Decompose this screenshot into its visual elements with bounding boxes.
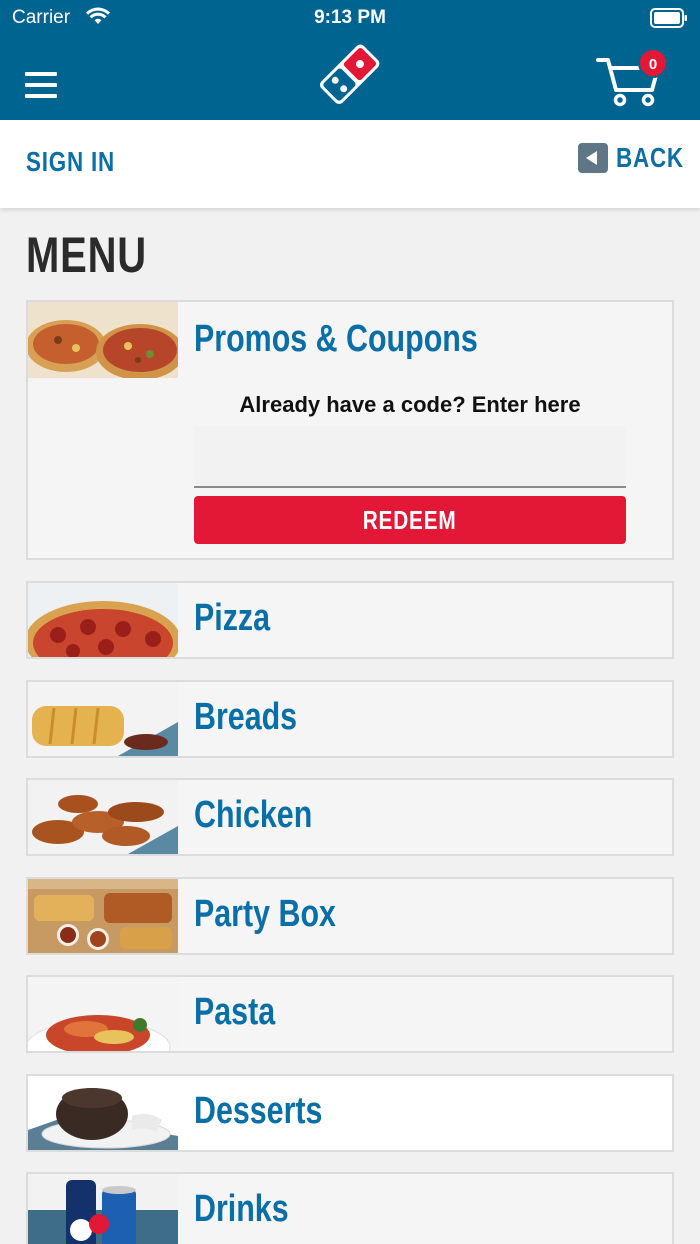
back-arrow-icon: [578, 143, 608, 173]
category-pasta[interactable]: Pasta: [26, 975, 674, 1053]
sign-in-link[interactable]: SIGN IN: [26, 146, 115, 178]
category-label: Chicken: [194, 794, 313, 836]
back-label: BACK: [616, 142, 684, 173]
drinks-image: [28, 1174, 178, 1244]
app-header: Carrier 9:13 PM 0: [0, 0, 700, 120]
promos-pizza-image[interactable]: [28, 302, 178, 378]
status-bar: Carrier 9:13 PM: [0, 0, 700, 38]
category-desserts[interactable]: Desserts: [26, 1074, 674, 1152]
dominos-logo-icon[interactable]: [314, 40, 384, 110]
promo-code-prompt: Already have a code? Enter here: [239, 392, 581, 417]
category-label: Pasta: [194, 991, 276, 1033]
category-label: Desserts: [194, 1090, 323, 1132]
status-time: 9:13 PM: [314, 7, 386, 28]
category-drinks[interactable]: Drinks: [26, 1172, 674, 1244]
cart-count-badge: 0: [638, 48, 668, 78]
category-party-box[interactable]: Party Box: [26, 877, 674, 955]
category-label: Drinks: [194, 1188, 289, 1230]
back-button[interactable]: BACK: [578, 142, 700, 174]
category-pizza[interactable]: Pizza: [26, 581, 674, 659]
category-breads[interactable]: Breads: [26, 680, 674, 758]
breads-image: [28, 682, 178, 756]
category-label: Party Box: [194, 893, 336, 935]
battery-icon: [650, 8, 687, 28]
pizza-image: [28, 583, 178, 657]
pasta-image: [28, 977, 178, 1051]
promos-title[interactable]: Promos & Coupons: [194, 318, 478, 361]
category-label: Breads: [194, 696, 298, 738]
category-label: Pizza: [194, 597, 271, 639]
party-box-image: [28, 879, 178, 953]
redeem-button[interactable]: REDEEM: [194, 496, 626, 544]
chicken-image: [28, 780, 178, 854]
desserts-image: [28, 1076, 178, 1150]
page-title: MENU: [26, 227, 147, 283]
promo-code-input[interactable]: [194, 426, 626, 488]
hamburger-menu-icon[interactable]: [25, 72, 57, 98]
redeem-label: REDEEM: [363, 504, 457, 535]
promos-coupons-card: Promos & Coupons Already have a code? En…: [26, 300, 674, 560]
category-chicken[interactable]: Chicken: [26, 778, 674, 856]
